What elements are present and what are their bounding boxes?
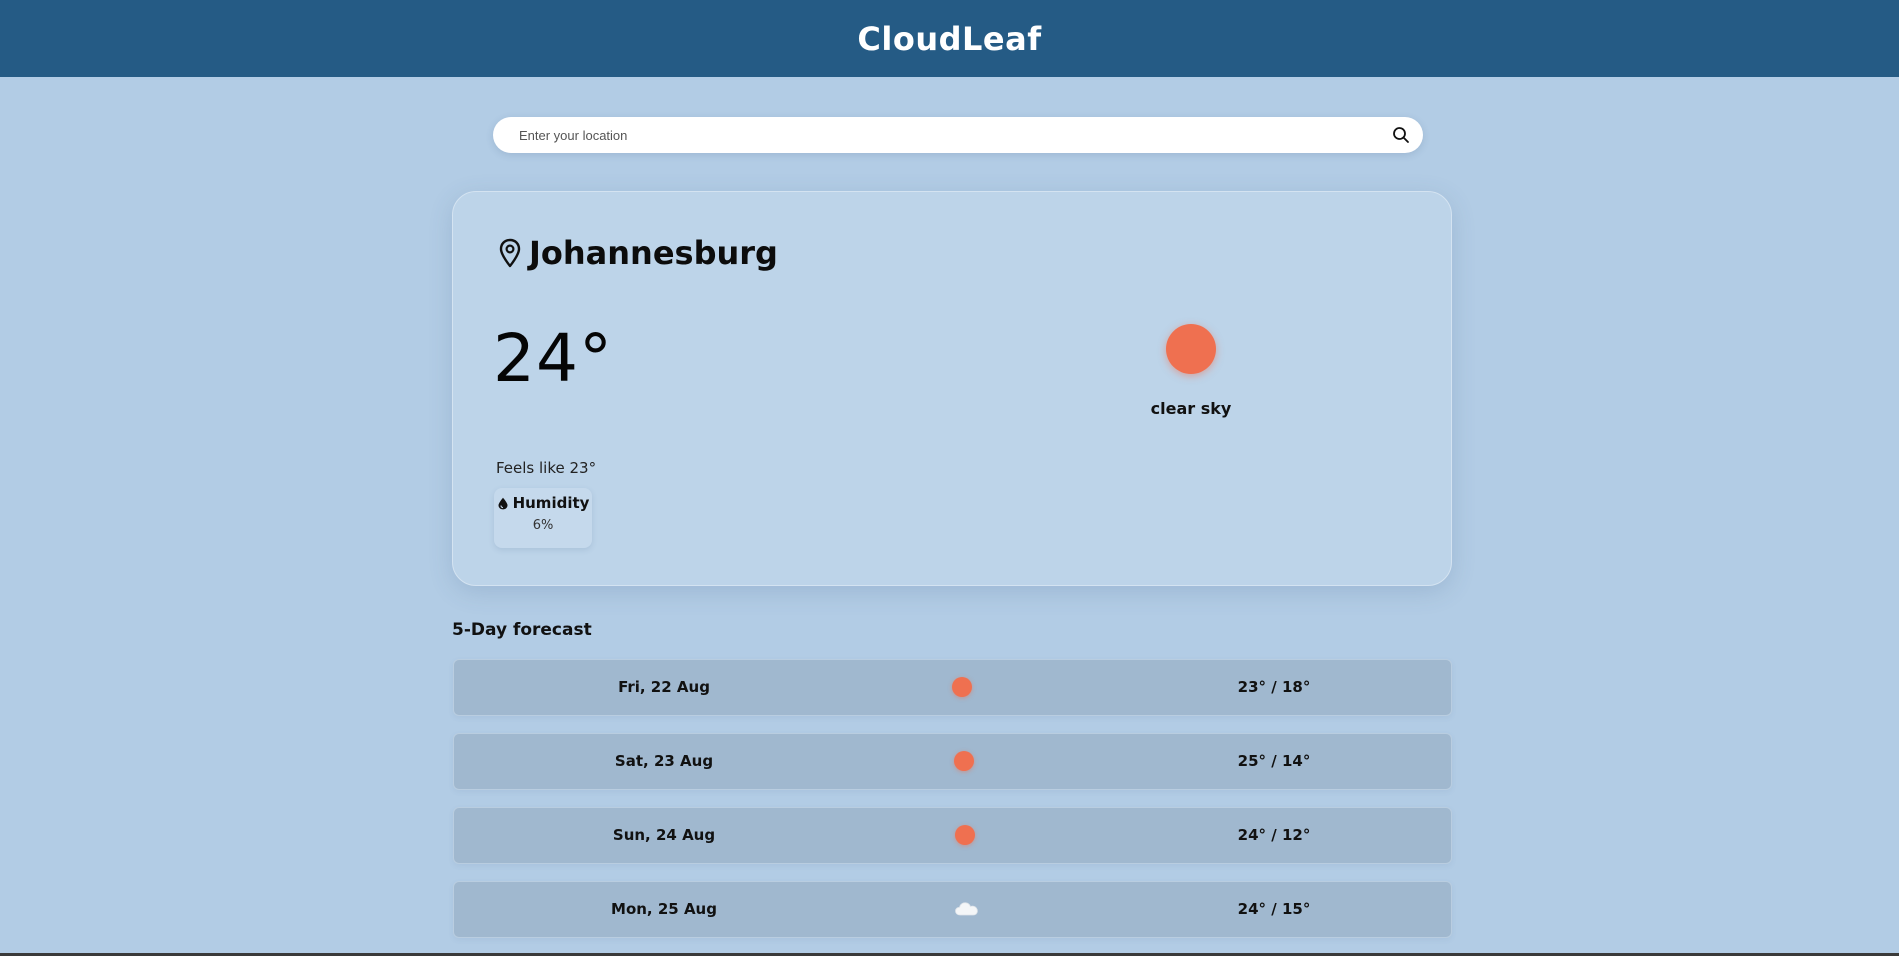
sun-icon <box>955 825 975 845</box>
weather-condition: clear sky <box>1150 399 1232 418</box>
current-weather-card: Johannesburg 24° clear sky Feels like 23… <box>452 191 1452 586</box>
app-title: CloudLeaf <box>857 19 1042 58</box>
forecast-temps: 25° / 14° <box>1237 752 1311 770</box>
search-icon[interactable] <box>1391 125 1411 145</box>
humidity-label: Humidity <box>512 494 590 512</box>
forecast-title: 5-Day forecast <box>452 620 592 640</box>
current-temperature: 24° <box>493 320 613 397</box>
cloud-icon <box>955 902 978 916</box>
sun-icon <box>952 677 972 697</box>
sun-icon <box>954 751 974 771</box>
city-heading: Johannesburg <box>495 234 778 272</box>
humidity-box: Humidity 6% <box>494 488 592 548</box>
humidity-value: 6% <box>532 518 554 533</box>
humidity-title: Humidity <box>494 494 592 512</box>
forecast-date: Mon, 25 Aug <box>611 900 717 918</box>
forecast-row: Sun, 24 Aug 24° / 12° <box>453 807 1452 864</box>
forecast-row: Fri, 22 Aug 23° / 18° <box>453 659 1452 716</box>
forecast-temps: 23° / 18° <box>1237 678 1311 696</box>
search-input[interactable] <box>519 117 1359 153</box>
forecast-temps: 24° / 15° <box>1237 900 1311 918</box>
forecast-date: Fri, 22 Aug <box>618 678 710 696</box>
forecast-row: Sat, 23 Aug 25° / 14° <box>453 733 1452 790</box>
location-pin-icon <box>499 238 521 268</box>
city-name: Johannesburg <box>529 234 778 272</box>
search-bar <box>493 117 1423 153</box>
feels-like: Feels like 23° <box>496 459 597 477</box>
forecast-date: Sun, 24 Aug <box>612 826 716 844</box>
forecast-row: Mon, 25 Aug 24° / 15° <box>453 881 1452 938</box>
sun-icon <box>1166 324 1216 374</box>
forecast-temps: 24° / 12° <box>1237 826 1311 844</box>
app-header: CloudLeaf <box>0 0 1899 77</box>
forecast-list: Fri, 22 Aug 23° / 18° Sat, 23 Aug 25° / … <box>453 659 1452 955</box>
droplet-icon <box>498 497 508 509</box>
forecast-date: Sat, 23 Aug <box>614 752 714 770</box>
